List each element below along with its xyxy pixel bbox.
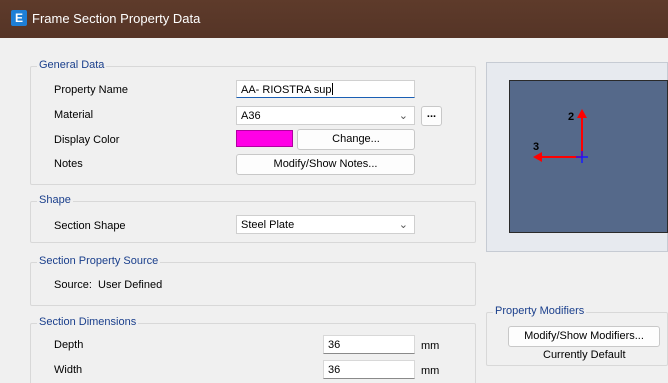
app-icon: E bbox=[11, 10, 27, 26]
modify-show-modifiers-button[interactable]: Modify/Show Modifiers... bbox=[508, 326, 660, 347]
width-label: Width bbox=[54, 364, 83, 376]
window-title: Frame Section Property Data bbox=[32, 11, 201, 26]
depth-input[interactable]: 36 bbox=[323, 335, 415, 354]
text-caret bbox=[332, 83, 334, 95]
title-bar: E Frame Section Property Data bbox=[0, 0, 668, 38]
display-color-label: Display Color bbox=[54, 134, 120, 146]
section-preview bbox=[509, 80, 668, 233]
width-value: 36 bbox=[328, 364, 341, 376]
section-shape-label: Section Shape bbox=[54, 220, 126, 232]
notes-label: Notes bbox=[54, 158, 83, 170]
depth-value: 36 bbox=[328, 339, 341, 351]
general-data-title: General Data bbox=[37, 59, 107, 71]
section-shape-select[interactable]: Steel Plate ⌄ bbox=[236, 215, 415, 234]
display-color-swatch bbox=[236, 130, 293, 147]
chevron-down-icon: ⌄ bbox=[398, 110, 408, 122]
modifiers-status: Currently Default bbox=[543, 349, 626, 361]
width-unit: mm bbox=[421, 365, 440, 377]
source-text: Source: User Defined bbox=[54, 279, 163, 291]
change-color-button[interactable]: Change... bbox=[297, 129, 415, 150]
property-name-input[interactable]: AA- RIOSTRA sup bbox=[236, 80, 415, 98]
material-select[interactable]: A36 ⌄ bbox=[236, 106, 415, 125]
property-name-label: Property Name bbox=[54, 84, 128, 96]
material-label: Material bbox=[54, 109, 94, 121]
section-property-source-title: Section Property Source bbox=[37, 255, 161, 267]
material-value: A36 bbox=[241, 110, 261, 122]
shape-title: Shape bbox=[37, 194, 73, 206]
section-shape-value: Steel Plate bbox=[241, 219, 295, 231]
depth-label: Depth bbox=[54, 339, 84, 351]
material-more-button[interactable]: ... bbox=[421, 106, 442, 126]
chevron-down-icon: ⌄ bbox=[398, 219, 408, 231]
property-name-value: AA- RIOSTRA sup bbox=[241, 84, 332, 96]
property-modifiers-title: Property Modifiers bbox=[493, 305, 587, 317]
modify-show-notes-button[interactable]: Modify/Show Notes... bbox=[236, 154, 415, 175]
depth-unit: mm bbox=[421, 340, 440, 352]
width-input[interactable]: 36 bbox=[323, 360, 415, 379]
section-dimensions-title: Section Dimensions bbox=[37, 316, 139, 328]
